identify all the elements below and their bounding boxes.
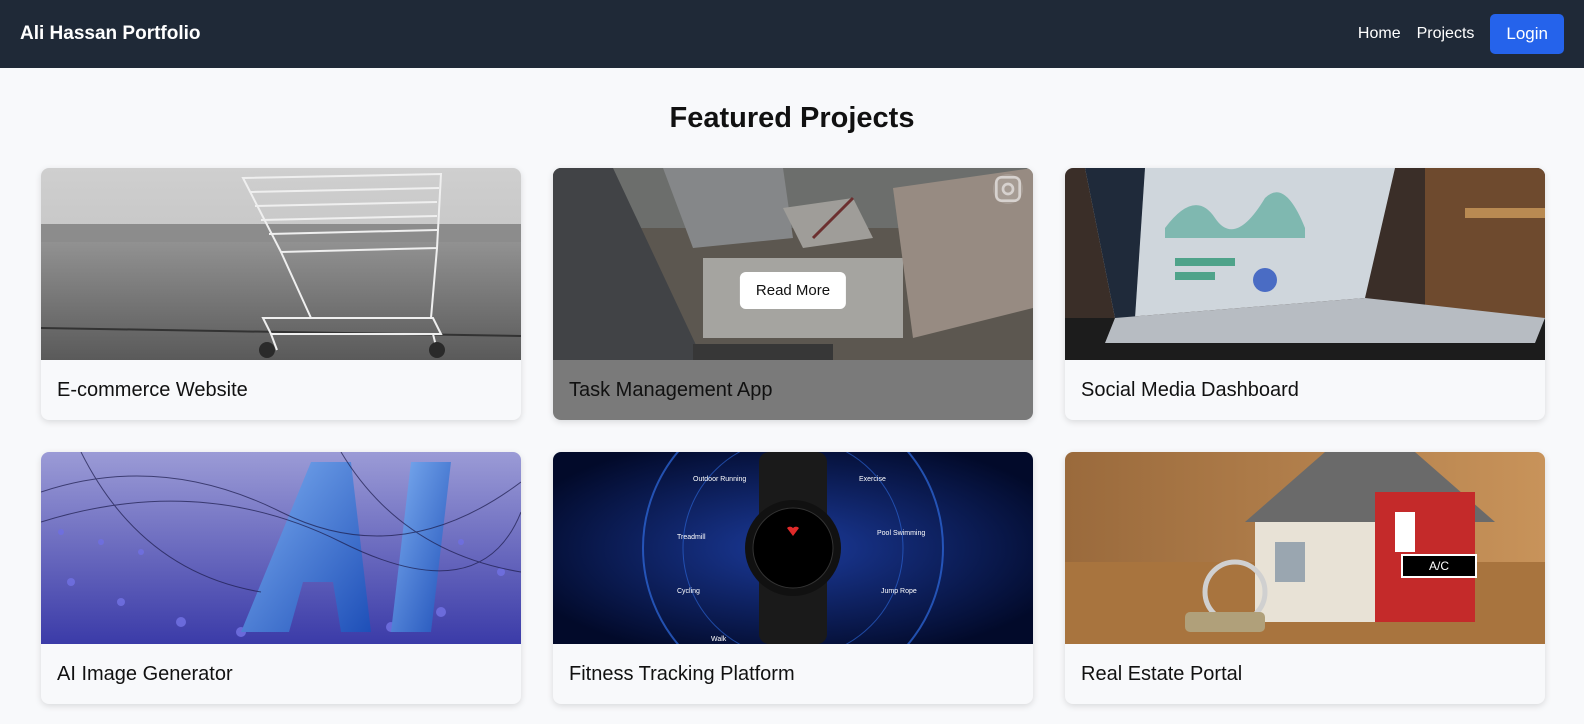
- project-card[interactable]: Social Media Dashboard: [1065, 168, 1545, 420]
- meeting-desk-image: Read More: [553, 168, 1033, 360]
- project-title: Task Management App: [553, 360, 1033, 420]
- hover-overlay: [553, 168, 1033, 360]
- watch-label-outdoor-running: Outdoor Running: [693, 476, 747, 483]
- project-card[interactable]: Read More Task Management App: [553, 168, 1033, 420]
- laptop-dashboard-image: [1065, 168, 1545, 360]
- project-card[interactable]: E-commerce Website: [41, 168, 521, 420]
- shopping-cart-image: [41, 168, 521, 360]
- main-content: Featured Projects E-commerce Website Rea…: [0, 102, 1584, 704]
- project-card[interactable]: AI Image Generator: [41, 452, 521, 704]
- projects-grid: E-commerce Website Read More Task Manage…: [0, 168, 1584, 704]
- ai-letters-image: [41, 452, 521, 644]
- read-more-button[interactable]: Read More: [739, 272, 847, 309]
- login-button[interactable]: Login: [1490, 14, 1564, 54]
- nav-link-projects[interactable]: Projects: [1417, 25, 1475, 43]
- nav-link-home[interactable]: Home: [1358, 25, 1401, 43]
- project-card[interactable]: A/C Real Estate Portal: [1065, 452, 1545, 704]
- navbar: Ali Hassan Portfolio Home Projects Login: [0, 0, 1584, 68]
- watch-label-pool-swimming: Pool Swimming: [877, 530, 926, 537]
- project-title: AI Image Generator: [57, 662, 233, 685]
- project-card[interactable]: Outdoor Running Exercise Treadmill Pool …: [553, 452, 1033, 704]
- project-title: Social Media Dashboard: [1081, 378, 1299, 401]
- watch-label-treadmill: Treadmill: [677, 534, 706, 541]
- project-title: Real Estate Portal: [1081, 662, 1243, 685]
- brand-title[interactable]: Ali Hassan Portfolio: [20, 23, 201, 45]
- project-title: Fitness Tracking Platform: [569, 662, 795, 685]
- watch-label-cycling: Cycling: [677, 588, 700, 595]
- project-title: E-commerce Website: [57, 378, 248, 401]
- watch-label-jump-rope: Jump Rope: [881, 588, 917, 595]
- page-title: Featured Projects: [669, 102, 915, 134]
- nav-links: Home Projects Login: [1358, 14, 1564, 54]
- ac-badge: A/C: [1401, 554, 1477, 578]
- smartwatch-image: Outdoor Running Exercise Treadmill Pool …: [553, 452, 1033, 644]
- lens-icon[interactable]: [993, 174, 1023, 204]
- watch-label-walk: Walk: [711, 636, 727, 643]
- watch-label-exercise: Exercise: [859, 476, 886, 483]
- house-keys-image: A/C: [1065, 452, 1545, 644]
